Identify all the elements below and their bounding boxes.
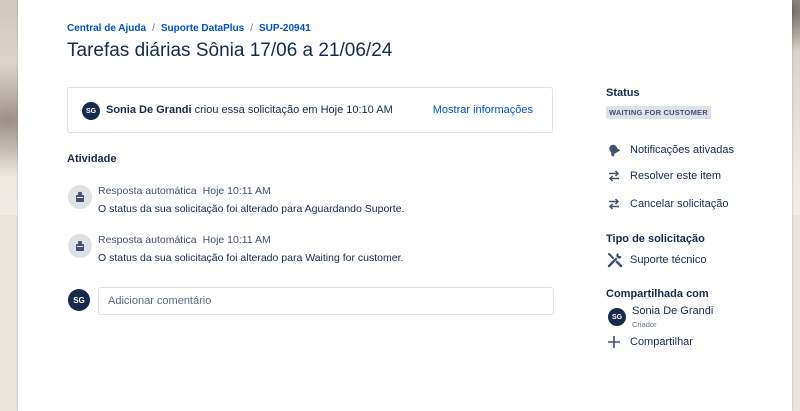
page-title: Tarefas diárias Sônia 17/06 a 21/06/24: [67, 40, 393, 61]
transition-arrows-icon: [606, 168, 622, 184]
breadcrumb-service-desk[interactable]: Suporte DataPlus: [161, 23, 244, 34]
tools-icon: [606, 251, 624, 269]
transition-arrows-icon: [606, 196, 622, 212]
notifications-toggle[interactable]: Notificações ativadas: [606, 142, 734, 158]
activity-message: O status da sua solicitação foi alterado…: [98, 252, 404, 264]
cancel-request-label: Cancelar solicitação: [630, 198, 729, 210]
automation-icon: [76, 192, 84, 202]
breadcrumb: Central de Ajuda / Suporte DataPlus / SU…: [67, 23, 311, 34]
bot-avatar: [68, 234, 92, 258]
status-heading: Status: [606, 87, 640, 99]
breadcrumb-separator: /: [250, 23, 254, 34]
request-info-text: Sonia De Grandi criou essa solicitação e…: [106, 104, 393, 116]
activity-heading: Atividade: [67, 153, 117, 165]
request-author: Sonia De Grandi: [106, 104, 192, 116]
activity-author: Resposta automática: [98, 185, 197, 197]
avatar: SG: [82, 102, 100, 120]
breadcrumb-separator: /: [152, 23, 155, 34]
resolve-button[interactable]: Resolver este item: [606, 168, 721, 184]
automation-icon: [76, 241, 84, 251]
comment-input[interactable]: [98, 287, 554, 315]
shared-user-name: Sonia De Grandi: [632, 305, 714, 317]
activity-time: Hoje 10:11 AM: [202, 234, 271, 246]
share-button[interactable]: Compartilhar: [606, 334, 693, 350]
bell-icon: [606, 142, 622, 158]
show-info-link[interactable]: Mostrar informações: [433, 104, 533, 116]
status-badge: WAITING FOR CUSTOMER: [606, 106, 711, 119]
avatar: SG: [608, 308, 626, 326]
plus-icon: [606, 334, 622, 350]
shared-with-heading: Compartilhada com: [606, 288, 709, 300]
request-type-value: Suporte técnico: [630, 254, 707, 266]
request-created-text: criou essa solicitação em Hoje 10:10 AM: [194, 104, 393, 116]
bot-avatar: [68, 185, 92, 209]
activity-time: Hoje 10:11 AM: [202, 185, 271, 197]
activity-message: O status da sua solicitação foi alterado…: [98, 203, 405, 215]
breadcrumb-help-center[interactable]: Central de Ajuda: [67, 23, 146, 34]
resolve-label: Resolver este item: [630, 170, 722, 182]
activity-author: Resposta automática: [98, 234, 197, 246]
share-label: Compartilhar: [630, 336, 693, 348]
request-card: Central de Ajuda / Suporte DataPlus / SU…: [18, 0, 792, 411]
cancel-request-button[interactable]: Cancelar solicitação: [606, 196, 728, 212]
request-info-box: SG Sonia De Grandi criou essa solicitaçã…: [67, 87, 553, 133]
notifications-label: Notificações ativadas: [630, 144, 734, 156]
shared-user-role: Criador: [632, 320, 657, 329]
request-type: Suporte técnico: [606, 251, 706, 269]
breadcrumb-issue-key[interactable]: SUP-20941: [259, 23, 311, 34]
avatar: SG: [68, 289, 90, 311]
request-type-heading: Tipo de solicitação: [606, 233, 705, 245]
